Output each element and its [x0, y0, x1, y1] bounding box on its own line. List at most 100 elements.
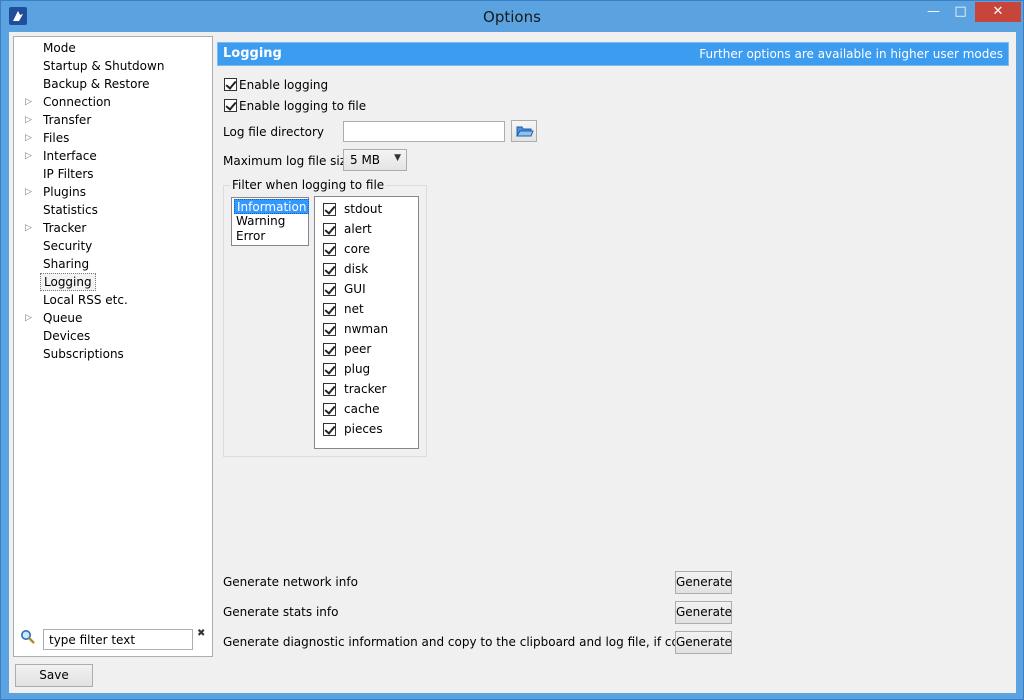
sidebar-item-label: Backup & Restore — [43, 77, 150, 91]
component-checkbox[interactable] — [323, 403, 336, 416]
expand-arrow-icon[interactable]: ▷ — [25, 183, 35, 201]
component-item[interactable]: cache — [323, 399, 413, 419]
log-level-item[interactable]: Warning — [234, 214, 287, 229]
component-checkbox[interactable] — [323, 303, 336, 316]
component-label: pieces — [344, 422, 383, 436]
enable-logging-checkbox[interactable] — [224, 78, 237, 91]
max-log-size-label: Maximum log file size — [223, 154, 354, 168]
sidebar-item[interactable]: ▷ Connection — [14, 93, 212, 111]
sidebar-item[interactable]: Backup & Restore — [14, 75, 212, 93]
sidebar-item[interactable]: Subscriptions — [14, 345, 212, 363]
search-icon — [20, 629, 36, 648]
expand-arrow-icon[interactable]: ▷ — [25, 147, 35, 165]
options-tree[interactable]: Mode Startup & Shutdown Backup & Restore ▷ C… — [13, 36, 213, 657]
component-checkbox[interactable] — [323, 243, 336, 256]
sidebar-item-label: Startup & Shutdown — [43, 59, 165, 73]
component-label: net — [344, 302, 364, 316]
component-item[interactable]: tracker — [323, 379, 413, 399]
expand-arrow-icon[interactable]: ▷ — [25, 93, 35, 111]
sidebar-item[interactable]: ▷ Queue — [14, 309, 212, 327]
max-log-size-value: 5 MB — [350, 153, 381, 167]
log-dir-input[interactable] — [343, 121, 505, 142]
component-item[interactable]: stdout — [323, 199, 413, 219]
component-checkbox[interactable] — [323, 363, 336, 376]
filter-bar: ✖ — [13, 624, 213, 657]
filter-input[interactable] — [43, 629, 193, 650]
minimize-button[interactable]: — — [920, 2, 947, 22]
log-level-item[interactable]: Error — [234, 229, 267, 244]
component-checkbox[interactable] — [323, 223, 336, 236]
component-item[interactable]: GUI — [323, 279, 413, 299]
section-header: Logging Further options are available in… — [217, 42, 1009, 66]
component-list[interactable]: stdout alert core disk GUI net nwman peer plug tr… — [314, 196, 419, 449]
options-window: Options — □ ✕ Mode Startup & Shutdown Back… — [0, 0, 1024, 700]
log-level-item[interactable]: Information — [234, 199, 310, 214]
save-button[interactable]: Save — [15, 664, 93, 687]
sidebar-item[interactable]: Sharing — [14, 255, 212, 273]
component-checkbox[interactable] — [323, 383, 336, 396]
component-item[interactable]: disk — [323, 259, 413, 279]
expand-arrow-icon[interactable]: ▷ — [25, 129, 35, 147]
sidebar-item[interactable]: Statistics — [14, 201, 212, 219]
sidebar-item-label: Queue — [43, 311, 83, 325]
filter-group-title: Filter when logging to file — [230, 178, 387, 192]
component-checkbox[interactable] — [323, 323, 336, 336]
enable-logging-label: Enable logging — [239, 78, 329, 92]
component-checkbox[interactable] — [323, 343, 336, 356]
sidebar-item[interactable]: Mode — [14, 39, 212, 57]
component-checkbox[interactable] — [323, 203, 336, 216]
expand-arrow-icon[interactable]: ▷ — [25, 111, 35, 129]
sidebar-item[interactable]: Logging — [14, 273, 212, 291]
component-label: disk — [344, 262, 369, 276]
maximize-button[interactable]: □ — [947, 2, 974, 22]
component-label: nwman — [344, 322, 389, 336]
max-log-size-select[interactable]: 5 MB ▼ — [343, 149, 407, 171]
sidebar-item[interactable]: IP Filters — [14, 165, 212, 183]
expand-arrow-icon[interactable]: ▷ — [25, 219, 35, 237]
log-level-list[interactable]: Information Warning Error — [231, 197, 310, 246]
clear-filter-icon[interactable]: ✖ — [197, 628, 205, 639]
sidebar-item[interactable]: ▷ Files — [14, 129, 212, 147]
sidebar-item[interactable]: Local RSS etc. — [14, 291, 212, 309]
sidebar-item[interactable]: ▷ Transfer — [14, 111, 212, 129]
component-item[interactable]: core — [323, 239, 413, 259]
title-bar[interactable]: Options — □ ✕ — [1, 1, 1023, 32]
close-button[interactable]: ✕ — [975, 2, 1021, 22]
generate-button[interactable]: Generate — [675, 601, 732, 624]
component-item[interactable]: pieces — [323, 419, 413, 439]
sidebar-item[interactable]: Security — [14, 237, 212, 255]
component-checkbox[interactable] — [323, 263, 336, 276]
sidebar-item-label: Connection — [43, 95, 111, 109]
component-item[interactable]: alert — [323, 219, 413, 239]
generate-button[interactable]: Generate — [675, 571, 732, 594]
expand-arrow-icon[interactable]: ▷ — [25, 309, 35, 327]
log-dir-label: Log file directory — [223, 125, 325, 139]
component-checkbox[interactable] — [323, 283, 336, 296]
component-item[interactable]: plug — [323, 359, 413, 379]
sidebar-item-label: Sharing — [43, 257, 90, 271]
generate-label: Generate diagnostic information and copy… — [223, 635, 729, 649]
generate-button[interactable]: Generate — [675, 631, 732, 654]
user-mode-note: Further options are available in higher … — [699, 47, 1003, 61]
component-label: tracker — [344, 382, 387, 396]
generate-label: Generate stats info — [223, 605, 339, 619]
sidebar-item[interactable]: Devices — [14, 327, 212, 345]
sidebar-item-label: Devices — [43, 329, 91, 343]
browse-folder-button[interactable] — [511, 120, 537, 142]
sidebar-item[interactable]: ▷ Interface — [14, 147, 212, 165]
generate-label: Generate network info — [223, 575, 358, 589]
sidebar-item[interactable]: ▷ Tracker — [14, 219, 212, 237]
sidebar-item[interactable]: Startup & Shutdown — [14, 57, 212, 75]
component-item[interactable]: net — [323, 299, 413, 319]
sidebar-item[interactable]: ▷ Plugins — [14, 183, 212, 201]
component-checkbox[interactable] — [323, 423, 336, 436]
component-item[interactable]: nwman — [323, 319, 413, 339]
sidebar-item-label: Logging — [40, 273, 96, 291]
section-title: Logging — [223, 46, 282, 61]
sidebar-item-label: Files — [43, 131, 70, 145]
enable-logging-to-file-checkbox[interactable] — [224, 99, 237, 112]
chevron-down-icon: ▼ — [394, 153, 401, 163]
component-item[interactable]: peer — [323, 339, 413, 359]
sidebar-item-label: Interface — [43, 149, 97, 163]
sidebar-item-label: Local RSS etc. — [43, 293, 128, 307]
